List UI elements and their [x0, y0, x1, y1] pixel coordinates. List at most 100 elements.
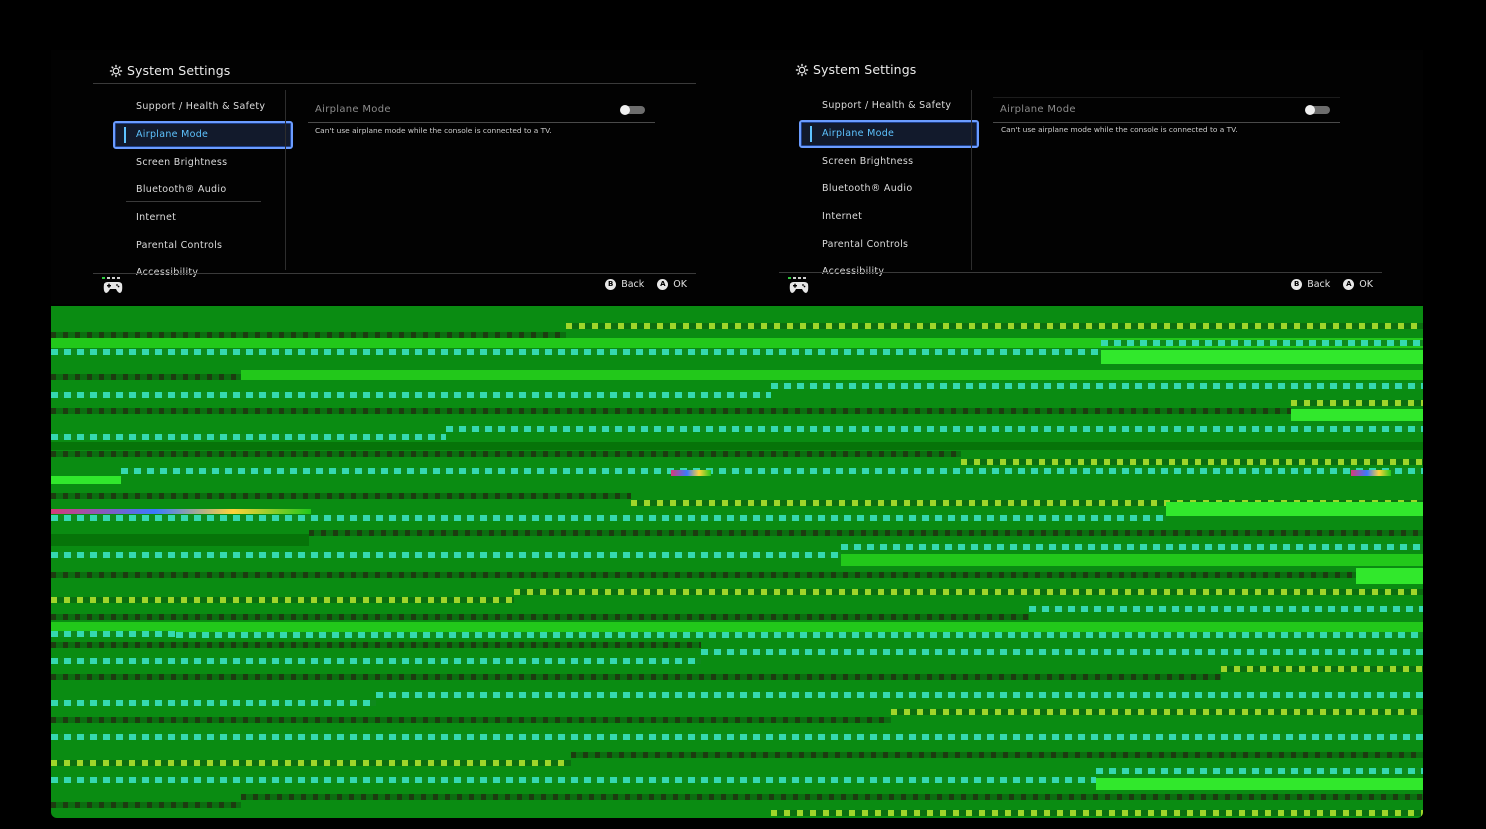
back-button[interactable]: B Back [605, 279, 644, 290]
nav-divider [126, 201, 261, 202]
glitch-band [961, 459, 1423, 465]
glitch-band [51, 552, 841, 558]
footer-buttons: B Back A OK [605, 279, 687, 290]
nav-item-label: Screen Brightness [136, 156, 228, 168]
back-button[interactable]: B Back [1291, 279, 1330, 290]
nav-item-label: Parental Controls [136, 239, 223, 251]
glitch-fill [1291, 409, 1423, 421]
glitch-fill [241, 370, 1423, 380]
glitch-band [51, 700, 376, 706]
glitch-band [1096, 768, 1423, 774]
screenshot-stage: System Settings Support / Health & Safet… [0, 0, 1486, 829]
glitch-color-band [51, 509, 311, 514]
glitch-band [1221, 666, 1423, 672]
setting-row-airplane-mode[interactable]: Airplane Mode [993, 97, 1340, 123]
glitch-band [566, 323, 1423, 329]
nav-item-internet[interactable]: Internet [799, 203, 969, 231]
nav-item-label: Airplane Mode [136, 128, 209, 140]
settings-header: System Settings [109, 63, 230, 78]
glitch-band [51, 717, 891, 723]
glitch-color-band [1351, 470, 1391, 476]
nav-item-bluetooth-audio[interactable]: Bluetooth® Audio [799, 175, 969, 203]
panel-divider [285, 90, 286, 270]
nav-item-screen-brightness[interactable]: Screen Brightness [113, 149, 283, 177]
nav-item-internet[interactable]: Internet [113, 204, 283, 232]
controller-icon [788, 277, 809, 293]
setting-note: Can't use airplane mode while the consol… [315, 126, 552, 135]
setting-label: Airplane Mode [1000, 104, 1076, 115]
settings-nav: Support / Health & Safety Airplane Mode … [799, 92, 979, 286]
nav-item-support[interactable]: Support / Health & Safety [799, 92, 969, 120]
footer-divider [93, 273, 696, 274]
glitch-band [51, 642, 701, 648]
header-divider [93, 83, 696, 84]
glitch-band [176, 632, 1423, 638]
nav-item-label: Bluetooth® Audio [136, 184, 227, 196]
glitch-fill [841, 554, 1423, 566]
glitch-band [51, 392, 771, 398]
nav-item-label: Screen Brightness [822, 155, 914, 167]
glitch-band [309, 530, 1423, 536]
glitch-band [701, 649, 1423, 655]
glitch-band [771, 383, 1423, 389]
glitch-fill [51, 622, 1423, 632]
glitch-fill [51, 442, 1423, 450]
glitch-fill [1356, 568, 1423, 584]
glitch-fill [1096, 778, 1423, 790]
toggle-knob [1305, 105, 1315, 115]
glitch-band [51, 451, 961, 457]
nav-item-screen-brightness[interactable]: Screen Brightness [799, 148, 969, 176]
glitch-band [51, 760, 571, 766]
nav-item-parental-controls[interactable]: Parental Controls [113, 232, 283, 260]
nav-item-airplane-mode[interactable]: Airplane Mode [799, 119, 979, 148]
glitch-band [51, 802, 241, 808]
nav-item-parental-controls[interactable]: Parental Controls [799, 231, 969, 259]
gear-icon [109, 64, 123, 77]
console-screen-left: System Settings Support / Health & Safet… [51, 50, 737, 304]
glitch-band [51, 349, 1101, 355]
ok-button[interactable]: A OK [657, 279, 687, 290]
glitch-band [51, 631, 176, 637]
page-title: System Settings [127, 63, 231, 78]
nav-item-label: Airplane Mode [822, 127, 895, 139]
back-label: Back [621, 279, 645, 290]
glitch-band [771, 810, 1423, 816]
ok-label: OK [1359, 279, 1373, 290]
glitch-band [51, 408, 1291, 414]
glitch-band [51, 572, 1356, 578]
page-title: System Settings [813, 62, 917, 77]
nav-item-airplane-mode[interactable]: Airplane Mode [113, 120, 293, 149]
b-button-icon: B [1291, 279, 1303, 290]
glitch-fill [1166, 502, 1423, 516]
a-button-icon: A [657, 279, 669, 290]
airplane-mode-toggle[interactable] [1305, 105, 1330, 115]
footer-divider [779, 272, 1382, 273]
glitch-band [514, 589, 1423, 595]
nav-item-label: Support / Health & Safety [822, 100, 952, 111]
gear-icon [795, 63, 809, 76]
glitch-band [51, 493, 631, 499]
nav-item-label: Support / Health & Safety [136, 101, 266, 112]
airplane-mode-toggle[interactable] [620, 105, 645, 115]
glitch-band [841, 544, 1423, 550]
glitch-band [1029, 606, 1423, 612]
glitch-band [51, 674, 1221, 680]
footer-buttons: B Back A OK [1291, 279, 1373, 290]
ok-button[interactable]: A OK [1343, 279, 1373, 290]
glitch-fill [1101, 350, 1423, 364]
glitch-artifact-region [51, 306, 1423, 818]
glitch-band [51, 374, 241, 380]
nav-item-bluetooth-audio[interactable]: Bluetooth® Audio [113, 176, 283, 204]
selection-indicator [124, 126, 126, 143]
toggle-knob [620, 105, 630, 115]
nav-item-label: Internet [822, 211, 863, 223]
ok-label: OK [673, 279, 687, 290]
back-label: Back [1307, 279, 1331, 290]
selection-indicator [810, 125, 812, 142]
setting-row-airplane-mode[interactable]: Airplane Mode [308, 98, 655, 123]
settings-header: System Settings [795, 62, 916, 77]
glitch-band [51, 614, 1029, 620]
b-button-icon: B [605, 279, 617, 290]
nav-item-support[interactable]: Support / Health & Safety [113, 93, 283, 121]
glitch-band [446, 426, 1423, 432]
